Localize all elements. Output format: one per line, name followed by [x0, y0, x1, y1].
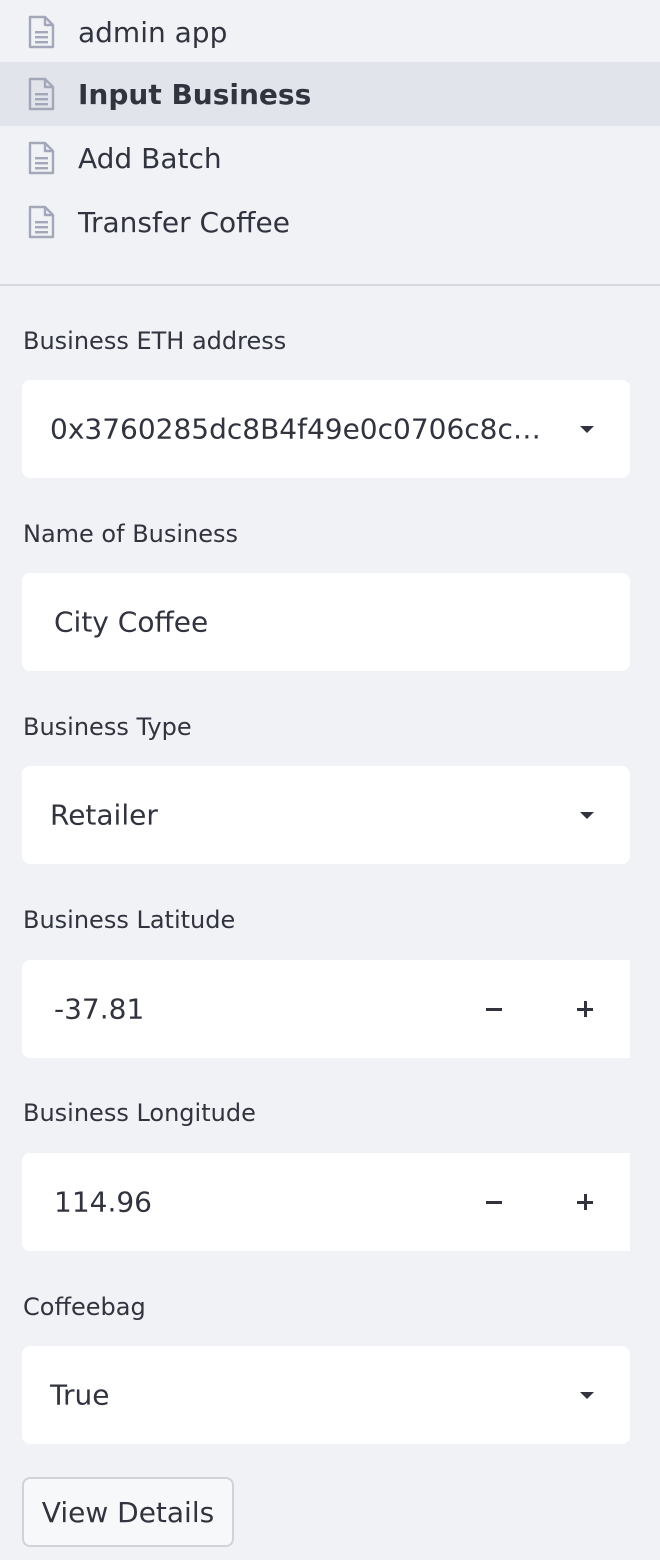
coffeebag-label: Coffeebag [23, 1293, 146, 1321]
plus-icon [577, 1001, 593, 1017]
page-icon [28, 77, 55, 111]
nav-item-input-business[interactable]: Input Business [0, 62, 660, 126]
latitude-value: -37.81 [54, 992, 145, 1026]
longitude-number-input[interactable]: 114.96 [22, 1153, 630, 1251]
latitude-number-input[interactable]: -37.81 [22, 960, 630, 1058]
chevron-down-icon [580, 426, 594, 433]
latitude-label: Business Latitude [23, 906, 236, 934]
nav-item-admin-app[interactable]: admin app [0, 0, 660, 64]
eth-address-label: Business ETH address [23, 327, 287, 355]
business-type-value: Retailer [50, 798, 158, 832]
chevron-down-icon [580, 1392, 594, 1399]
business-name-input[interactable]: City Coffee [22, 573, 630, 671]
business-name-value: City Coffee [54, 605, 209, 639]
minus-icon [486, 1007, 502, 1011]
eth-address-value: 0x3760285dc8B4f49e0c0706c8cb9e... [50, 412, 550, 446]
business-type-select[interactable]: Retailer [22, 766, 630, 864]
page-icon [28, 205, 55, 239]
sidebar: admin app Input Business Add Batch Trans… [0, 0, 660, 1560]
longitude-value: 114.96 [54, 1185, 152, 1219]
nav-item-label: admin app [78, 15, 228, 49]
page-icon [28, 141, 55, 175]
plus-icon [577, 1194, 593, 1210]
nav-item-label: Add Batch [78, 141, 222, 175]
nav-divider [0, 284, 660, 286]
business-name-label: Name of Business [23, 520, 239, 548]
view-details-button[interactable]: View Details [22, 1477, 234, 1547]
nav-item-add-batch[interactable]: Add Batch [0, 126, 660, 190]
latitude-increment-button[interactable] [540, 960, 630, 1058]
page-icon [28, 15, 55, 49]
coffeebag-value: True [50, 1378, 110, 1412]
longitude-decrement-button[interactable] [449, 1153, 539, 1251]
latitude-decrement-button[interactable] [449, 960, 539, 1058]
eth-address-select[interactable]: 0x3760285dc8B4f49e0c0706c8cb9e... [22, 380, 630, 478]
longitude-label: Business Longitude [23, 1099, 256, 1127]
business-type-label: Business Type [23, 713, 192, 741]
nav-item-transfer-coffee[interactable]: Transfer Coffee [0, 190, 660, 254]
minus-icon [486, 1200, 502, 1204]
chevron-down-icon [580, 812, 594, 819]
nav-item-label: Input Business [78, 77, 312, 111]
longitude-increment-button[interactable] [540, 1153, 630, 1251]
coffeebag-select[interactable]: True [22, 1346, 630, 1444]
nav-item-label: Transfer Coffee [78, 205, 290, 239]
